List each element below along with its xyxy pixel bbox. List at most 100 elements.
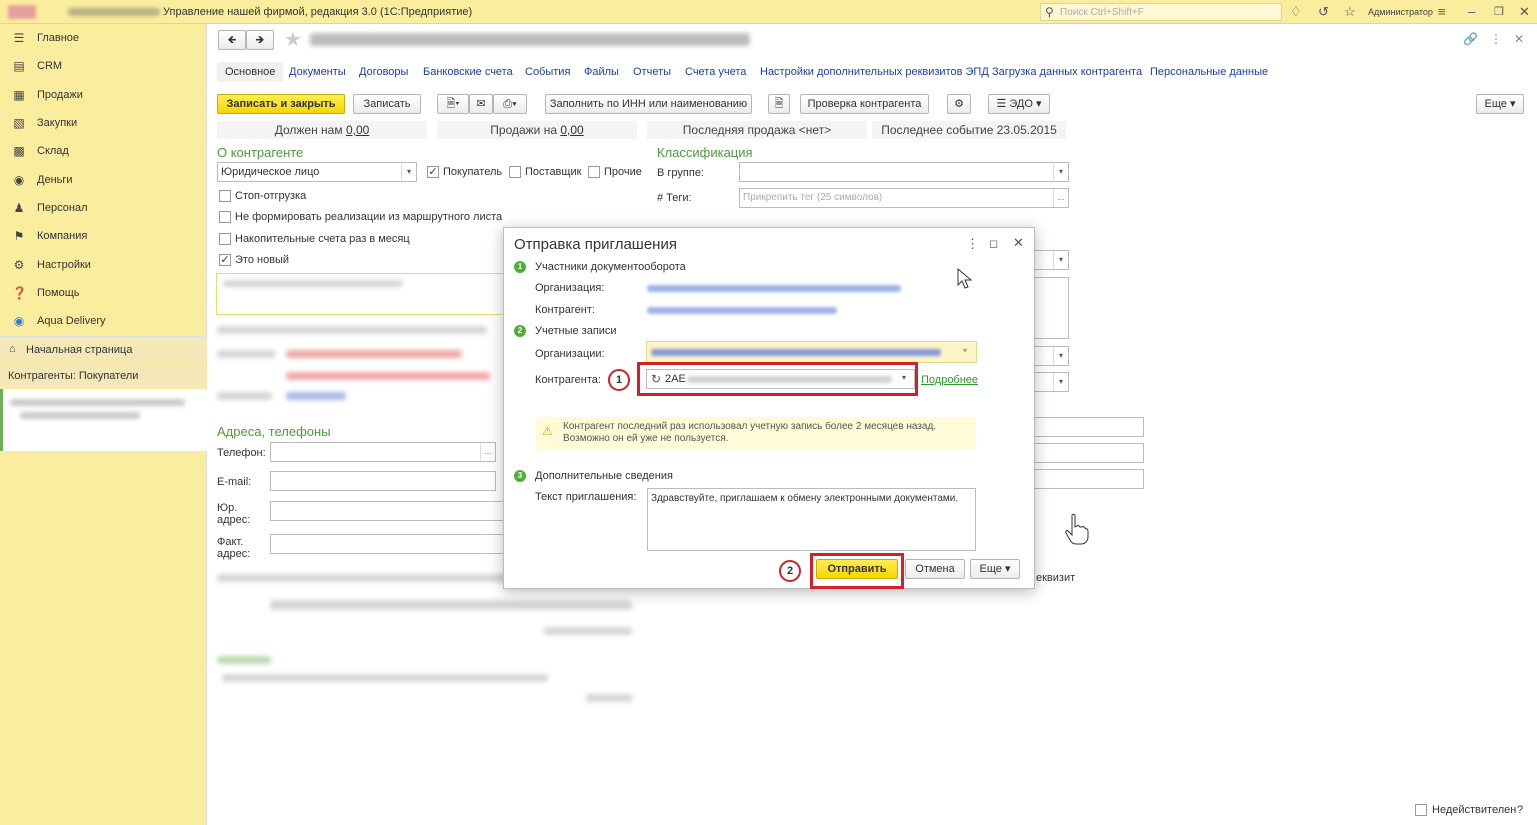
tab-files[interactable]: Файлы (584, 66, 619, 78)
cart-icon: ▦ (13, 88, 25, 102)
hidden-select-3[interactable]: ▾ (1034, 372, 1069, 392)
step3-label: Дополнительные сведения (535, 470, 673, 482)
supplier-checkbox[interactable] (509, 166, 521, 178)
save-button[interactable]: Записать (353, 94, 421, 114)
more-vertical-icon[interactable]: ⋮ (1490, 32, 1502, 46)
home-page-link[interactable]: ⌂ Начальная страница (0, 337, 207, 362)
hidden-select-2[interactable]: ▾ (1034, 346, 1069, 366)
organization-account-select[interactable]: ▾ (646, 341, 977, 363)
owes-value[interactable]: 0,00 (346, 123, 369, 137)
redacted-label (217, 392, 272, 400)
bell-icon[interactable]: ♢ (1290, 4, 1302, 20)
minimize-icon[interactable]: – (1468, 4, 1475, 19)
tab-data-import[interactable]: Загрузка данных контрагента (992, 66, 1142, 78)
settings-menu-icon[interactable]: ≡ (1438, 4, 1446, 19)
sidebar-item-main[interactable]: ☰ Главное (0, 24, 207, 52)
save-and-close-button[interactable]: Записать и закрыть (217, 94, 345, 114)
tab-main[interactable]: Основное (217, 62, 284, 82)
dialog-more-button[interactable]: Еще ▾ (970, 559, 1020, 579)
phone-input[interactable]: ... (270, 442, 496, 462)
more-vertical-icon[interactable]: ⋮ (966, 236, 979, 252)
hidden-select-1[interactable]: ▾ (1034, 250, 1069, 270)
sales-value[interactable]: 0,00 (560, 123, 583, 137)
tags-label: # Теги: (657, 192, 692, 204)
step2-label: Учетные записи (535, 325, 617, 337)
open-window-current[interactable] (0, 389, 207, 451)
contractor-type-select[interactable]: Юридическое лицо ▾ (217, 162, 417, 182)
chevron-down-icon: ▾ (1053, 373, 1068, 391)
cumulative-checkbox[interactable] (219, 233, 231, 245)
tab-epd-settings[interactable]: Настройки дополнительных реквизитов ЭПД (760, 66, 989, 78)
history-icon[interactable]: ↺ (1318, 4, 1329, 20)
fill-by-inn-button[interactable]: Заполнить по ИНН или наименованию (545, 94, 752, 114)
hidden-input-2[interactable] (1034, 443, 1144, 463)
favorite-star-icon[interactable]: ★ (284, 27, 302, 52)
group-select[interactable]: ▾ (739, 162, 1069, 182)
edo-button[interactable]: ☰ ЭДО ▾ (988, 94, 1050, 114)
help-icon[interactable]: ? (1517, 804, 1523, 816)
tab-documents[interactable]: Документы (289, 66, 346, 78)
other-checkbox[interactable] (588, 166, 600, 178)
sidebar-item-settings[interactable]: ⚙ Настройки (0, 251, 207, 279)
sidebar-item-aqua-delivery[interactable]: ◉ Aqua Delivery (0, 307, 207, 335)
sidebar-item-purchases[interactable]: ▧ Закупки (0, 109, 207, 137)
global-search-input[interactable]: ⚲ Поиск Ctrl+Shift+F (1040, 3, 1282, 21)
dialog-close-icon[interactable]: ✕ (1013, 235, 1024, 251)
redacted-text (10, 399, 185, 406)
close-icon[interactable]: ✕ (1519, 4, 1530, 20)
settings-button[interactable]: ⚙ (947, 94, 971, 114)
tab-reports[interactable]: Отчеты (633, 66, 671, 78)
invite-textarea[interactable]: Здравствуйте, приглашаем к обмену электр… (647, 488, 976, 551)
search-placeholder: Поиск Ctrl+Shift+F (1060, 7, 1144, 18)
print-button[interactable]: ⎙▾ (493, 94, 527, 114)
details-link[interactable]: Подробнее (921, 374, 978, 386)
back-button[interactable]: 🡸 (218, 30, 246, 50)
form-close-icon[interactable]: ✕ (1514, 32, 1524, 46)
sidebar-item-company[interactable]: ⚑ Компания (0, 222, 207, 250)
fact-address-input[interactable] (270, 534, 506, 554)
create-based-button[interactable]: 🗎▾ (437, 94, 469, 114)
contractor-account-label: Контрагента: (535, 374, 601, 386)
star-icon[interactable]: ☆ (1344, 4, 1356, 20)
inactive-checkbox[interactable] (1415, 804, 1427, 816)
user-name[interactable]: Администратор (1368, 7, 1433, 17)
sidebar-item-warehouse[interactable]: ▩ Склад (0, 137, 207, 165)
chevron-down-icon: ▾ (963, 346, 968, 355)
tab-events[interactable]: События (525, 66, 570, 78)
email-input[interactable] (270, 471, 496, 491)
hidden-input-1[interactable] (1034, 417, 1144, 437)
tab-bank-accounts[interactable]: Банковские счета (423, 66, 513, 78)
legal-address-input[interactable] (270, 501, 506, 521)
hidden-input-3[interactable] (1034, 469, 1144, 489)
no-route-checkbox[interactable] (219, 211, 231, 223)
check-contractor-button[interactable]: Проверка контрагента (800, 94, 929, 114)
warning-box: ⚠ Контрагент последний раз использовал у… (536, 417, 976, 450)
contractor-link-redacted[interactable] (647, 307, 837, 314)
hidden-textarea[interactable] (1034, 277, 1069, 339)
inactive-label: Недействителен (1432, 804, 1517, 816)
tab-accounting[interactable]: Счета учета (685, 66, 746, 78)
stop-shipment-checkbox[interactable] (219, 190, 231, 202)
restore-icon[interactable]: ❐ (1494, 5, 1504, 18)
comment-area[interactable] (216, 273, 512, 315)
sidebar-item-crm[interactable]: ▤ CRM (0, 52, 207, 80)
open-window-contractors[interactable]: Контрагенты: Покупатели (0, 363, 207, 388)
maximize-icon[interactable]: ◻ (989, 237, 998, 250)
cancel-button[interactable]: Отмена (905, 559, 965, 579)
forward-button[interactable]: 🡺 (246, 30, 274, 50)
contacts-header: Адреса, телефоны (217, 424, 331, 439)
more-button[interactable]: Еще ▾ (1476, 94, 1524, 114)
tags-input[interactable]: Прикрепить тег (25 символов) ... (739, 188, 1069, 208)
buyer-checkbox[interactable]: ✓ (427, 166, 439, 178)
sidebar-item-help[interactable]: ❓ Помощь (0, 279, 207, 307)
sidebar-item-sales[interactable]: ▦ Продажи (0, 81, 207, 109)
tab-personal-data[interactable]: Персональные данные (1150, 66, 1268, 78)
link-icon[interactable]: 🔗 (1463, 32, 1478, 46)
sidebar-item-money[interactable]: ◉ Деньги (0, 166, 207, 194)
tab-contracts[interactable]: Договоры (359, 66, 408, 78)
is-new-checkbox[interactable]: ✓ (219, 254, 231, 266)
email-button[interactable]: ✉ (469, 94, 493, 114)
organization-link-redacted[interactable] (647, 285, 901, 292)
report-button[interactable]: 🗎 (768, 94, 790, 114)
sidebar-item-personnel[interactable]: ♟ Персонал (0, 194, 207, 222)
